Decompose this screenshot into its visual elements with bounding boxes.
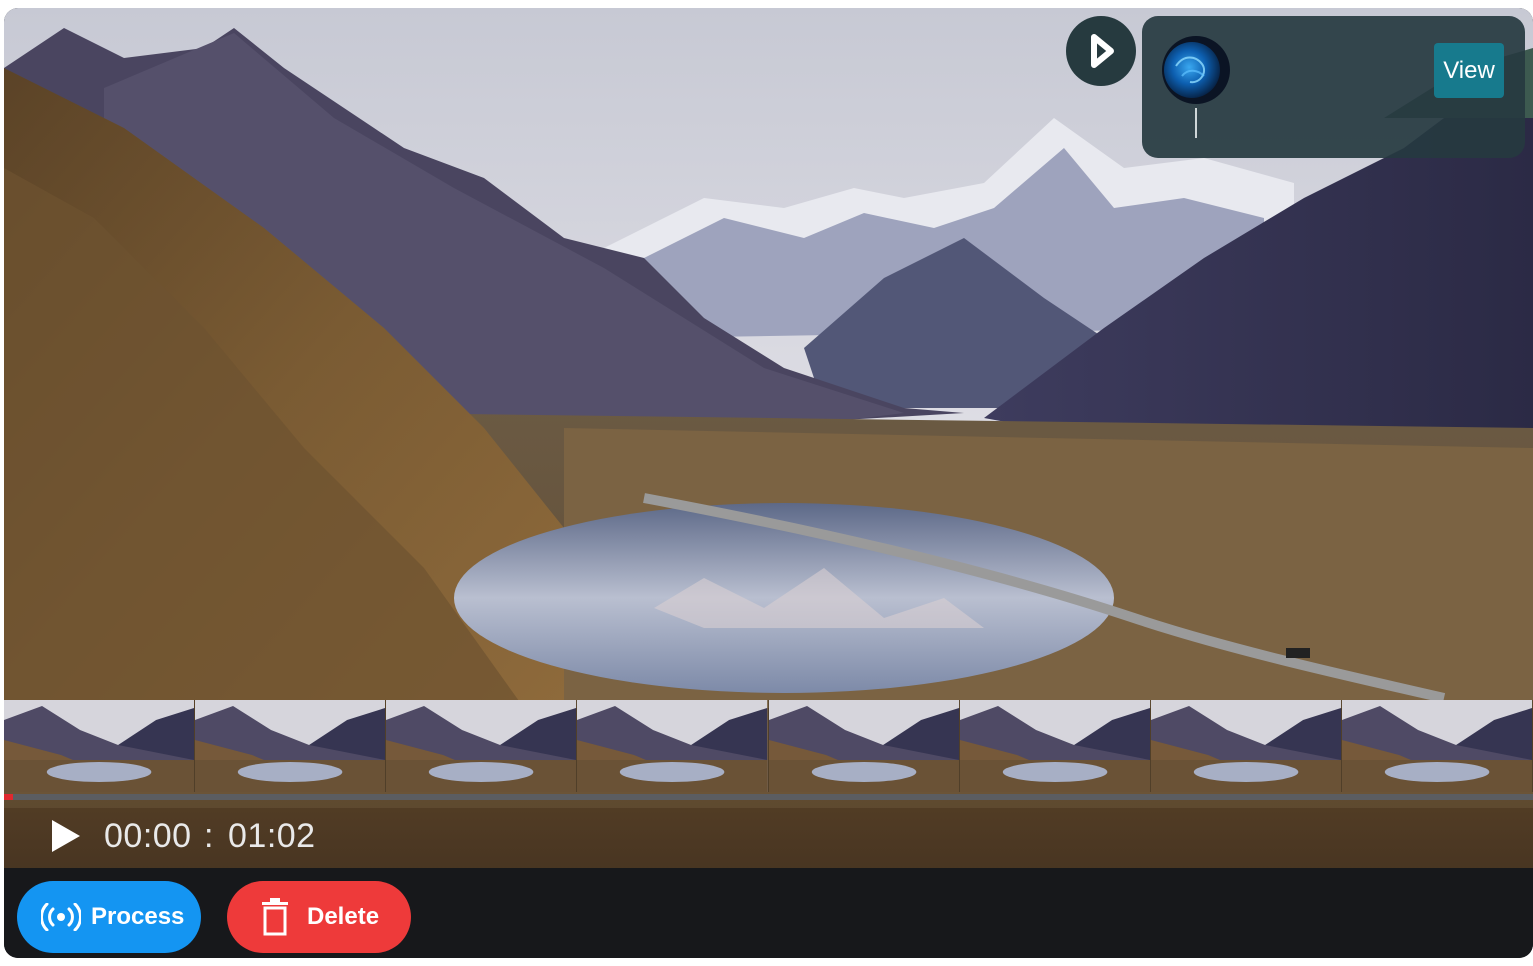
play-button[interactable]: [48, 818, 82, 854]
timeline-thumbnail[interactable]: [1341, 700, 1533, 792]
play-next-button[interactable]: [1066, 16, 1136, 86]
queue-item-marker: [1195, 108, 1197, 138]
timeline-thumbnail[interactable]: [195, 700, 387, 792]
play-icon: [52, 820, 80, 852]
play-next-icon: [1091, 34, 1114, 68]
process-button[interactable]: Process: [17, 881, 201, 953]
timeline-thumbnail[interactable]: [1150, 700, 1342, 792]
current-time: 00:00: [104, 817, 192, 855]
timeline-thumbnail[interactable]: [768, 700, 960, 792]
timeline-thumbnail[interactable]: [577, 700, 769, 792]
broadcast-icon: [41, 897, 81, 937]
video-player-app: 00:00 : 01:02 Process Delete View: [4, 8, 1533, 958]
process-button-label: Process: [91, 903, 185, 930]
queue-item-thumbnail[interactable]: [1162, 36, 1230, 104]
thumbnail-strip[interactable]: [4, 700, 1533, 792]
queue-card: View: [1142, 16, 1525, 158]
timeline-thumbnail[interactable]: [959, 700, 1151, 792]
timeline-thumbnail[interactable]: [386, 700, 578, 792]
time-separator: :: [204, 817, 214, 855]
view-button[interactable]: View: [1434, 43, 1504, 98]
total-time: 01:02: [228, 817, 316, 855]
action-bar: Process Delete: [4, 868, 1533, 958]
player-controls: 00:00 : 01:02: [4, 800, 1533, 868]
delete-button-label: Delete: [307, 903, 380, 930]
delete-button[interactable]: Delete: [227, 881, 411, 953]
timeline-thumbnail[interactable]: [4, 700, 196, 792]
trash-icon: [257, 897, 293, 937]
